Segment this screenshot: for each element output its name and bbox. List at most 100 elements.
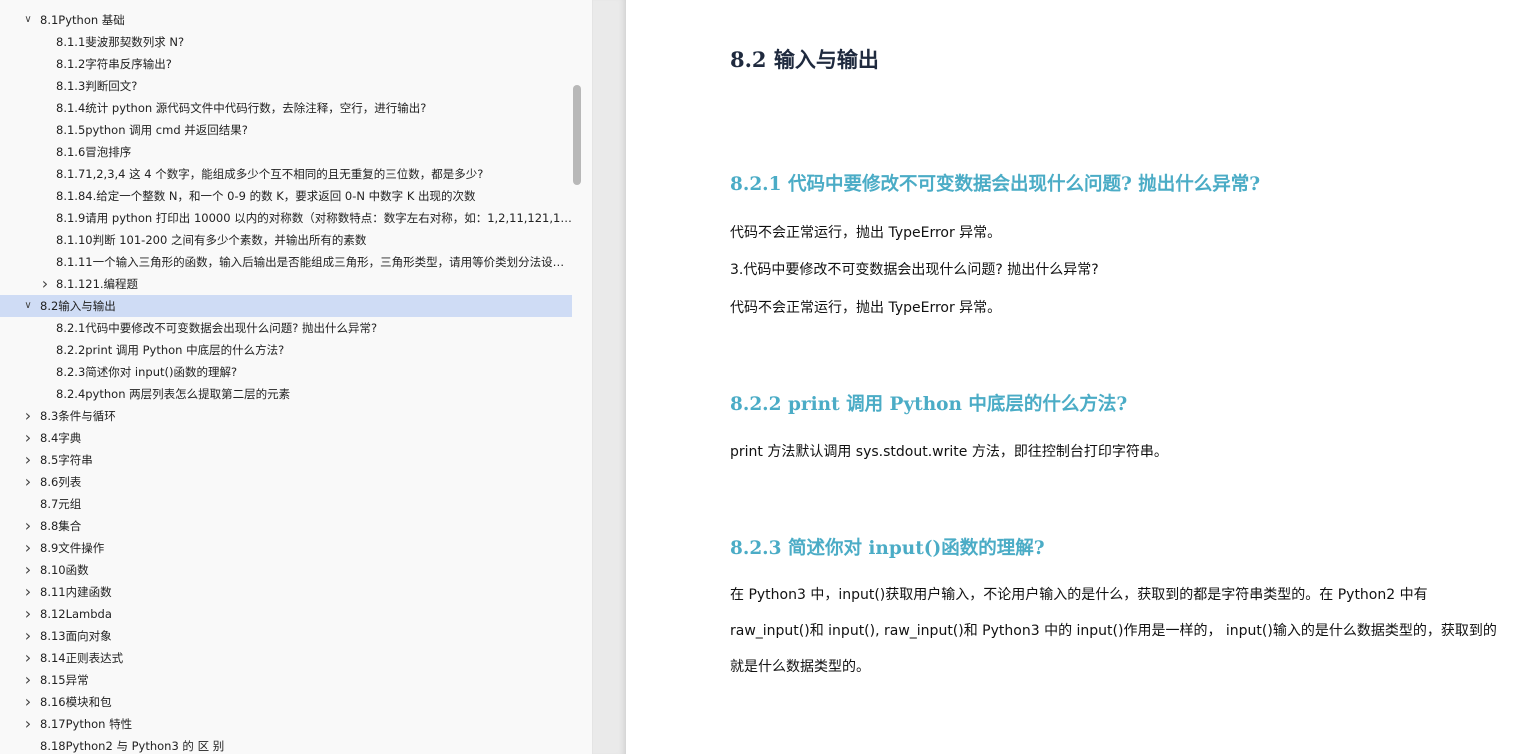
outline-scrollbar[interactable]	[572, 0, 582, 754]
outline-item-label: 8.1.121.编程题	[56, 277, 139, 291]
paragraph: 在 Python3 中，input()获取用户输入，不论用户输入的是什么，获取到…	[730, 587, 1497, 675]
outline-item-label: 8.14正则表达式	[40, 651, 124, 665]
paragraph: 代码不会正常运行，抛出 TypeError 异常。	[730, 225, 1002, 241]
outline-item[interactable]: 8.1.5python 调用 cmd 并返回结果?	[0, 119, 572, 141]
paragraph: 3.代码中要修改不可变数据会出现什么问题? 抛出什么异常?	[730, 262, 1099, 278]
outline-item-label: 8.2.1代码中要修改不可变数据会出现什么问题? 抛出什么异常?	[56, 321, 378, 335]
outline-item[interactable]: 8.1.6冒泡排序	[0, 141, 572, 163]
outline-item[interactable]: › 8.16模块和包	[0, 691, 572, 713]
outline-item-label: 8.8集合	[40, 519, 82, 533]
chevron-right-icon[interactable]: ›	[21, 581, 35, 603]
outline-item-label: 8.1.84.给定一个整数 N，和一个 0-9 的数 K，要求返回 0-N 中数…	[56, 189, 476, 203]
outline-item[interactable]: ∨ 8.2输入与输出	[0, 295, 572, 317]
outline-item-label: 8.5字符串	[40, 453, 93, 467]
outline-item[interactable]: › 8.12Lambda	[0, 603, 572, 625]
outline-item[interactable]: › 8.14正则表达式	[0, 647, 572, 669]
outline-item-label: 8.18Python2 与 Python3 的 区 别	[40, 739, 225, 753]
outline-list: ∨ 8.1Python 基础 8.1.1斐波那契数列求 N? 8.1.2字符串反序输出…	[0, 9, 580, 754]
outline-item-label: 8.1.2字符串反序输出?	[56, 57, 172, 71]
outline-item-label: 8.16模块和包	[40, 695, 112, 709]
chevron-right-icon[interactable]: ›	[21, 515, 35, 537]
chevron-right-icon[interactable]: ›	[21, 427, 35, 449]
outline-item[interactable]: › 8.15异常	[0, 669, 572, 691]
outline-item[interactable]: 8.2.2print 调用 Python 中底层的什么方法?	[0, 339, 572, 361]
chevron-right-icon[interactable]: ›	[21, 647, 35, 669]
outline-item-label: 8.17Python 特性	[40, 717, 133, 731]
outline-item-label: 8.4字典	[40, 431, 82, 445]
outline-item[interactable]: 8.1.71,2,3,4 这 4 个数字，能组成多少个互不相同的且无重复的三位数…	[0, 163, 572, 185]
outline-item-label: 8.1.71,2,3,4 这 4 个数字，能组成多少个互不相同的且无重复的三位数…	[56, 167, 484, 181]
scrollbar-thumb[interactable]	[573, 85, 581, 185]
outline-item[interactable]: › 8.1.121.编程题	[0, 273, 572, 295]
outline-item[interactable]: › 8.17Python 特性	[0, 713, 572, 735]
outline-item[interactable]: › 8.5字符串	[0, 449, 572, 471]
outline-item[interactable]: › 8.9文件操作	[0, 537, 572, 559]
outline-item[interactable]: 8.2.4python 两层列表怎么提取第二层的元素	[0, 383, 572, 405]
chevron-right-icon[interactable]: ›	[38, 273, 52, 295]
chevron-right-icon[interactable]: ›	[21, 625, 35, 647]
outline-item-label: 8.11内建函数	[40, 585, 112, 599]
outline-item[interactable]: › 8.3条件与循环	[0, 405, 572, 427]
outline-item[interactable]: › 8.10函数	[0, 559, 572, 581]
outline-item-label: 8.2.4python 两层列表怎么提取第二层的元素	[56, 387, 291, 401]
outline-item-label: 8.2.2print 调用 Python 中底层的什么方法?	[56, 343, 285, 357]
chevron-right-icon[interactable]: ›	[21, 449, 35, 471]
outline-item[interactable]: › 8.4字典	[0, 427, 572, 449]
document-page: 8.2 输入与输出 8.2.1 代码中要修改不可变数据会出现什么问题? 抛出什么…	[626, 0, 1521, 754]
outline-item[interactable]: 8.18Python2 与 Python3 的 区 别	[0, 735, 572, 754]
chevron-right-icon[interactable]: ›	[21, 669, 35, 691]
section-heading-8-2-1: 8.2.1 代码中要修改不可变数据会出现什么问题? 抛出什么异常?	[730, 174, 1261, 195]
outline-item-label: 8.1.5python 调用 cmd 并返回结果?	[56, 123, 248, 137]
outline-item[interactable]: 8.1.10判断 101-200 之间有多少个素数，并输出所有的素数	[0, 229, 572, 251]
paragraph: 代码不会正常运行，抛出 TypeError 异常。	[730, 300, 1002, 316]
outline-item-label: 8.12Lambda	[40, 607, 112, 621]
chevron-right-icon[interactable]: ›	[21, 405, 35, 427]
outline-item-label: 8.3条件与循环	[40, 409, 116, 423]
outline-item[interactable]: 8.1.84.给定一个整数 N，和一个 0-9 的数 K，要求返回 0-N 中数…	[0, 185, 572, 207]
outline-item-label: 8.1.4统计 python 源代码文件中代码行数，去除注释，空行，进行输出?	[56, 101, 427, 115]
outline-item-label: 8.1Python 基础	[40, 13, 125, 27]
page-title: 8.2 输入与输出	[730, 47, 879, 72]
outline-item-label: 8.1.9请用 python 打印出 10000 以内的对称数（对称数特点：数字…	[56, 211, 572, 225]
outline-item-label: 8.1.6冒泡排序	[56, 145, 132, 159]
outline-item-label: 8.1.1斐波那契数列求 N?	[56, 35, 185, 49]
outline-item-label: 8.1.3判断回文?	[56, 79, 138, 93]
outline-item-label: 8.7元组	[40, 497, 82, 511]
chevron-down-icon[interactable]: ∨	[21, 295, 35, 317]
outline-item[interactable]: 8.2.3简述你对 input()函数的理解?	[0, 361, 572, 383]
chevron-down-icon[interactable]: ∨	[21, 9, 35, 31]
paragraph: print 方法默认调用 sys.stdout.write 方法，即往控制台打印…	[730, 444, 1168, 460]
outline-item-label: 8.1.10判断 101-200 之间有多少个素数，并输出所有的素数	[56, 233, 367, 247]
chevron-right-icon[interactable]: ›	[21, 691, 35, 713]
outline-item[interactable]: 8.7元组	[0, 493, 572, 515]
outline-item-label: 8.15异常	[40, 673, 89, 687]
chevron-right-icon[interactable]: ›	[21, 713, 35, 735]
outline-item[interactable]: 8.1.3判断回文?	[0, 75, 572, 97]
outline-item-label: 8.2.3简述你对 input()函数的理解?	[56, 365, 238, 379]
outline-item-label: 8.10函数	[40, 563, 89, 577]
outline-item[interactable]: ∨ 8.1Python 基础	[0, 9, 572, 31]
outline-item[interactable]: › 8.6列表	[0, 471, 572, 493]
outline-item-label: 8.9文件操作	[40, 541, 105, 555]
outline-item[interactable]: 8.1.1斐波那契数列求 N?	[0, 31, 572, 53]
chevron-right-icon[interactable]: ›	[21, 603, 35, 625]
chevron-right-icon[interactable]: ›	[21, 559, 35, 581]
chevron-right-icon[interactable]: ›	[21, 537, 35, 559]
outline-item-label: 8.6列表	[40, 475, 82, 489]
section-heading-8-2-2: 8.2.2 print 调用 Python 中底层的什么方法?	[730, 394, 1128, 415]
section-heading-8-2-3: 8.2.3 简述你对 input()函数的理解?	[730, 538, 1045, 559]
outline-item[interactable]: 8.1.11一个输入三角形的函数，输入后输出是否能组成三角形，三角形类型，请用等…	[0, 251, 572, 273]
outline-item[interactable]: › 8.13面向对象	[0, 625, 572, 647]
outline-item[interactable]: › 8.11内建函数	[0, 581, 572, 603]
outline-item-label: 8.2输入与输出	[40, 299, 116, 313]
outline-item[interactable]: › 8.8集合	[0, 515, 572, 537]
outline-panel: ∨ 8.1Python 基础 8.1.1斐波那契数列求 N? 8.1.2字符串反序输出…	[0, 0, 593, 754]
outline-item-label: 8.13面向对象	[40, 629, 112, 643]
outline-item[interactable]: 8.1.9请用 python 打印出 10000 以内的对称数（对称数特点：数字…	[0, 207, 572, 229]
outline-item[interactable]: 8.2.1代码中要修改不可变数据会出现什么问题? 抛出什么异常?	[0, 317, 572, 339]
outline-item[interactable]: 8.1.2字符串反序输出?	[0, 53, 572, 75]
chevron-right-icon[interactable]: ›	[21, 471, 35, 493]
page-gutter	[593, 0, 626, 754]
outline-item-label: 8.1.11一个输入三角形的函数，输入后输出是否能组成三角形，三角形类型，请用等…	[56, 255, 572, 269]
outline-item[interactable]: 8.1.4统计 python 源代码文件中代码行数，去除注释，空行，进行输出?	[0, 97, 572, 119]
